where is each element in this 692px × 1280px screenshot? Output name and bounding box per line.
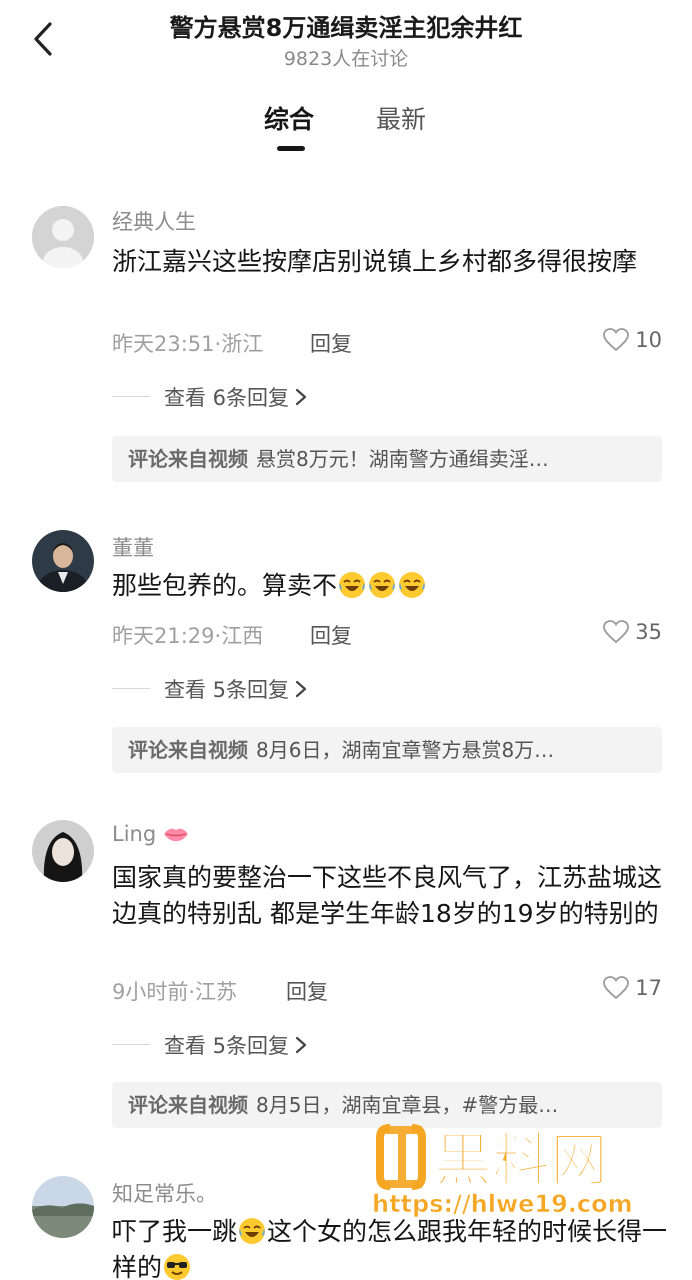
user-photo-icon (32, 530, 94, 592)
reply-button[interactable]: 回复 (310, 328, 352, 358)
lips-emoji-icon (163, 828, 188, 842)
comment-text-content: 那些包养的。算卖不 (112, 571, 338, 600)
default-avatar-icon (32, 206, 94, 268)
tab-latest[interactable]: 最新 (376, 100, 426, 136)
watermark-logo-icon: 黑料网 https://hlwe19.com (372, 1124, 633, 1218)
source-label: 评论来自视频 (128, 1093, 248, 1117)
view-replies-link[interactable]: 查看 5条回复 (164, 674, 307, 704)
laugh-cry-emoji-icon (339, 572, 366, 598)
active-tab-indicator (277, 146, 305, 151)
video-source-box[interactable]: 评论来自视频 悬赏8万元！湖南警方通缉卖淫… (112, 436, 662, 482)
chevron-right-icon (295, 1036, 307, 1054)
reply-button[interactable]: 回复 (286, 976, 328, 1006)
video-source-box[interactable]: 评论来自视频 8月6日，湖南宜章警方悬赏8万… (112, 727, 662, 773)
comment-username[interactable]: Ling (112, 822, 189, 846)
comment-username[interactable]: 知足常乐。 (112, 1178, 217, 1208)
username-text: Ling (112, 822, 157, 846)
heart-icon (603, 976, 630, 1000)
source-label: 评论来自视频 (128, 447, 248, 471)
like-button[interactable]: 10 (603, 328, 662, 352)
avatar[interactable] (32, 820, 94, 882)
view-replies-label: 查看 5条回复 (164, 1034, 290, 1058)
source-text: 8月6日，湖南宜章警方悬赏8万… (256, 738, 555, 762)
chevron-right-icon (295, 388, 307, 406)
view-replies-link[interactable]: 查看 5条回复 (164, 1030, 307, 1060)
avatar[interactable] (32, 206, 94, 268)
laugh-cry-emoji-icon (399, 572, 426, 598)
comment-text: 国家真的要整治一下这些不良风气了，江苏盐城这边真的特别乱 都是学生年龄18岁的1… (112, 863, 663, 928)
watermark: 黑料网 https://hlwe19.com (372, 1118, 662, 1218)
laugh-cry-emoji-icon (369, 572, 396, 598)
watermark-logo-text: 黑料网 (434, 1126, 608, 1194)
discussion-count: 9823人在讨论 (283, 48, 409, 70)
heart-icon (603, 328, 630, 352)
laugh-cry-emoji-icon (239, 1218, 266, 1244)
divider (112, 688, 150, 689)
divider (112, 396, 150, 397)
like-count: 17 (635, 976, 662, 1000)
source-text: 8月5日，湖南宜章县，#警方最… (256, 1093, 559, 1117)
sunglasses-emoji-icon (164, 1254, 191, 1280)
like-button[interactable]: 35 (603, 620, 662, 644)
comment-text: 那些包养的。算卖不 (112, 568, 668, 604)
like-count: 10 (635, 328, 662, 352)
view-replies-label: 查看 5条回复 (164, 678, 290, 702)
comment-text: 浙江嘉兴这些按摩店别说镇上乡村都多得很按摩 (112, 247, 638, 276)
top-bar: 警方悬赏8万通缉卖淫主犯余井红 9823人在讨论 (0, 0, 692, 80)
comment-text-part: 吓了我一跳 (112, 1217, 238, 1246)
page-title: 警方悬赏8万通缉卖淫主犯余井红 (169, 14, 523, 42)
like-count: 35 (635, 620, 662, 644)
avatar[interactable] (32, 1176, 94, 1238)
comment-time-location: 9小时前·江苏 (112, 980, 238, 1004)
comment-time-location: 昨天23:51·浙江 (112, 332, 264, 356)
chevron-right-icon (295, 680, 307, 698)
source-text: 悬赏8万元！湖南警方通缉卖淫… (256, 447, 549, 471)
watermark-url: https://hlwe19.com (372, 1190, 633, 1218)
tab-comprehensive[interactable]: 综合 (264, 100, 314, 136)
user-photo-icon (32, 1176, 94, 1238)
comment-text: 吓了我一跳 这个女的怎么跟我年轻的时候长得一样的 (112, 1214, 668, 1280)
heart-icon (603, 620, 630, 644)
comment-username[interactable]: 经典人生 (112, 206, 196, 236)
like-button[interactable]: 17 (603, 976, 662, 1000)
user-photo-icon (32, 820, 94, 882)
tab-bar: 综合 最新 (0, 94, 692, 156)
comment-time-location: 昨天21:29·江西 (112, 624, 264, 648)
comment-username[interactable]: 董董 (112, 532, 154, 562)
view-replies-label: 查看 6条回复 (164, 386, 290, 410)
source-label: 评论来自视频 (128, 738, 248, 762)
reply-button[interactable]: 回复 (310, 620, 352, 650)
avatar[interactable] (32, 530, 94, 592)
divider (112, 1044, 150, 1045)
view-replies-link[interactable]: 查看 6条回复 (164, 382, 307, 412)
